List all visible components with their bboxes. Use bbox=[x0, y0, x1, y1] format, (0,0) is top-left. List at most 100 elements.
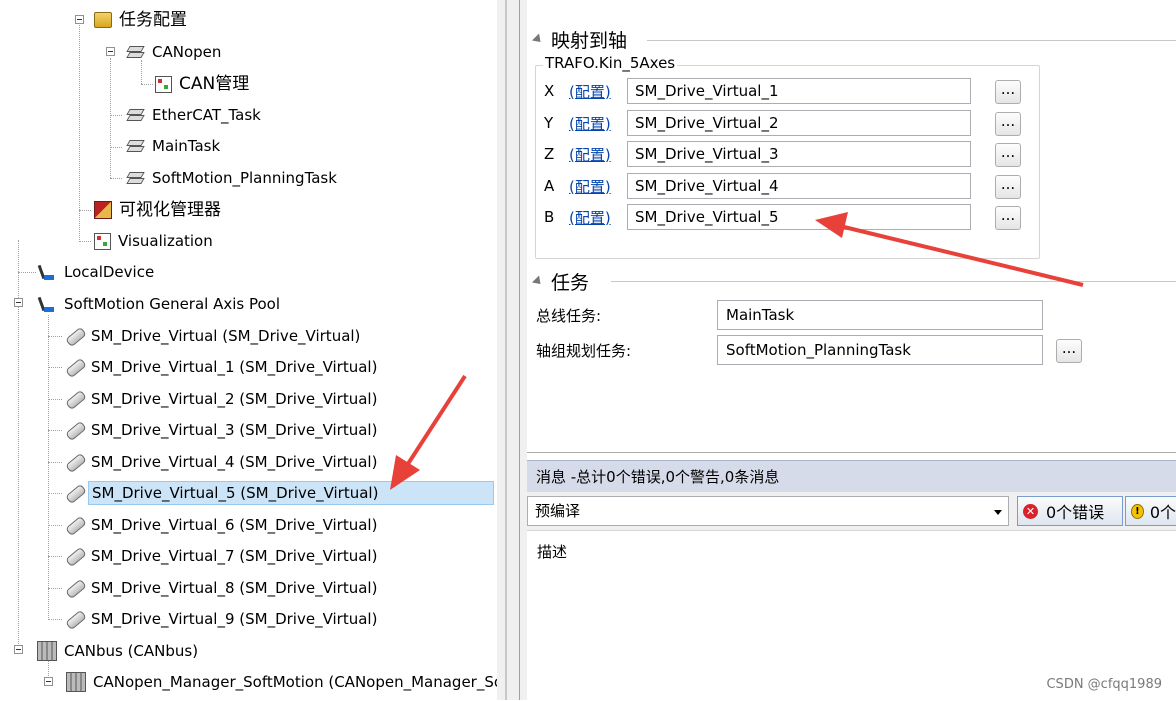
message-category-value: 预编译 bbox=[535, 502, 581, 520]
visu-manager-icon bbox=[94, 201, 112, 219]
browse-button[interactable]: ... bbox=[995, 143, 1021, 167]
tree-item-drive[interactable]: SM_Drive_Virtual_6 (SM_Drive_Virtual) bbox=[64, 511, 380, 539]
tree-item-drive[interactable]: SM_Drive_Virtual (SM_Drive_Virtual) bbox=[64, 322, 363, 350]
tree-item-drive[interactable]: SM_Drive_Virtual_4 (SM_Drive_Virtual) bbox=[64, 448, 380, 476]
config-link[interactable]: (配置) bbox=[569, 207, 627, 228]
messages-list[interactable]: 描述 bbox=[527, 530, 1176, 701]
tree-item-drive[interactable]: SM_Drive_Virtual_7 (SM_Drive_Virtual) bbox=[64, 542, 380, 570]
task-icon bbox=[125, 105, 145, 125]
robot-arm-icon bbox=[37, 262, 57, 282]
tree-item-drive[interactable]: SM_Drive_Virtual_3 (SM_Drive_Virtual) bbox=[64, 416, 380, 444]
tree-item-ethercat-task[interactable]: EtherCAT_Task bbox=[125, 101, 264, 129]
browse-button[interactable]: ... bbox=[995, 175, 1021, 199]
tree-item-drive[interactable]: SM_Drive_Virtual_1 (SM_Drive_Virtual) bbox=[64, 353, 380, 381]
tree-item-drive[interactable]: SM_Drive_Virtual_9 (SM_Drive_Virtual) bbox=[64, 605, 380, 633]
tree-item-task-config[interactable]: 任务配置 bbox=[94, 6, 190, 34]
planning-task-row: 轴组规划任务: SoftMotion_PlanningTask bbox=[536, 335, 1043, 365]
tree-item-label: 任务配置 bbox=[119, 10, 187, 30]
tree-item-drive[interactable]: SM_Drive_Virtual_8 (SM_Drive_Virtual) bbox=[64, 574, 380, 602]
group-title: TRAFO.Kin_5Axes bbox=[543, 54, 678, 72]
tree-item-label: CAN管理 bbox=[179, 74, 250, 94]
axis-icon bbox=[64, 357, 84, 377]
axis-field[interactable]: SM_Drive_Virtual_4 bbox=[627, 173, 971, 199]
section-title: 映射到轴 bbox=[551, 30, 628, 52]
axis-icon bbox=[64, 609, 84, 629]
axis-row: A (配置) SM_Drive_Virtual_4 bbox=[544, 172, 971, 200]
description-column-header[interactable]: 描述 bbox=[537, 541, 567, 562]
task-icon bbox=[125, 136, 145, 156]
tree-item-drive-selected[interactable]: SM_Drive_Virtual_5 (SM_Drive_Virtual) bbox=[64, 479, 494, 507]
tree-item-drive[interactable]: SM_Drive_Virtual_2 (SM_Drive_Virtual) bbox=[64, 385, 380, 413]
section-mapping[interactable]: 映射到轴 bbox=[531, 26, 628, 53]
config-link[interactable]: (配置) bbox=[569, 144, 627, 165]
axis-field[interactable]: SM_Drive_Virtual_2 bbox=[627, 110, 971, 136]
errors-filter-button[interactable]: ✕ 0个错误 bbox=[1017, 496, 1123, 526]
axis-label: Y bbox=[544, 114, 554, 132]
tree-item-canopen[interactable]: CANopen bbox=[125, 38, 224, 66]
editor-pane: 映射到轴 TRAFO.Kin_5Axes X (配置) SM_Drive_Vir… bbox=[527, 0, 1176, 701]
collapse-triangle-icon bbox=[531, 275, 545, 288]
axis-field[interactable]: SM_Drive_Virtual_5 bbox=[627, 204, 971, 230]
collapse-toggle[interactable] bbox=[14, 645, 23, 654]
tree-item-label: SoftMotion General Axis Pool bbox=[64, 295, 281, 313]
tree-item-label: MainTask bbox=[152, 137, 221, 155]
axis-icon bbox=[64, 452, 84, 472]
tree-item-visu-manager[interactable]: 可视化管理器 bbox=[94, 196, 224, 224]
warnings-filter-button[interactable]: ! 0个 bbox=[1125, 496, 1176, 526]
axis-group-editor: 映射到轴 TRAFO.Kin_5Axes X (配置) SM_Drive_Vir… bbox=[527, 0, 1176, 453]
browse-button[interactable]: ... bbox=[995, 206, 1021, 230]
collapse-toggle[interactable] bbox=[75, 15, 84, 24]
collapse-triangle-icon bbox=[531, 33, 545, 46]
collapse-toggle[interactable] bbox=[14, 298, 23, 307]
visualization-icon bbox=[94, 232, 111, 250]
error-icon: ✕ bbox=[1023, 503, 1038, 519]
axis-label: A bbox=[544, 177, 555, 195]
task-config-icon bbox=[94, 12, 112, 28]
planning-task-label: 轴组规划任务: bbox=[536, 341, 632, 360]
tree-item-label: SoftMotion_PlanningTask bbox=[152, 169, 337, 187]
tree-item-label: SM_Drive_Virtual_2 (SM_Drive_Virtual) bbox=[91, 390, 378, 408]
axis-icon bbox=[64, 420, 84, 440]
browse-button[interactable]: ... bbox=[995, 112, 1021, 136]
section-tasks[interactable]: 任务 bbox=[531, 268, 589, 295]
axis-row: X (配置) SM_Drive_Virtual_1 bbox=[544, 77, 971, 105]
pane-splitter[interactable] bbox=[497, 0, 527, 700]
tree-item-planning-task[interactable]: SoftMotion_PlanningTask bbox=[125, 164, 340, 192]
axis-field[interactable]: SM_Drive_Virtual_1 bbox=[627, 78, 971, 104]
tree-item-label: SM_Drive_Virtual_1 (SM_Drive_Virtual) bbox=[91, 358, 378, 376]
tree-item-local-device[interactable]: LocalDevice bbox=[37, 258, 157, 286]
tree-item-label: CANopen bbox=[152, 43, 222, 61]
tree-item-label: SM_Drive_Virtual (SM_Drive_Virtual) bbox=[91, 327, 361, 345]
dropdown-arrow-icon bbox=[994, 510, 1002, 515]
axis-field[interactable]: SM_Drive_Virtual_3 bbox=[627, 141, 971, 167]
project-tree[interactable]: 任务配置 CANopen CAN管理 EtherCAT_Task MainTas… bbox=[0, 0, 497, 700]
browse-button[interactable]: ... bbox=[995, 80, 1021, 104]
config-link[interactable]: (配置) bbox=[569, 113, 627, 134]
watermark: CSDN @cfqq1989 bbox=[1046, 677, 1162, 692]
tree-item-label: SM_Drive_Virtual_3 (SM_Drive_Virtual) bbox=[91, 421, 378, 439]
tree-item-axis-pool[interactable]: SoftMotion General Axis Pool bbox=[37, 290, 283, 318]
collapse-toggle[interactable] bbox=[106, 47, 115, 56]
tree-item-canbus[interactable]: CANbus (CANbus) bbox=[37, 637, 201, 665]
planning-task-browse-button[interactable]: ... bbox=[1056, 339, 1082, 363]
tree-item-main-task[interactable]: MainTask bbox=[125, 132, 223, 160]
collapse-toggle[interactable] bbox=[44, 677, 53, 686]
axis-label: B bbox=[544, 208, 555, 226]
message-category-select[interactable]: 预编译 bbox=[527, 496, 1009, 526]
axis-row: Y (配置) SM_Drive_Virtual_2 bbox=[544, 109, 971, 137]
bus-task-field[interactable]: MainTask bbox=[717, 300, 1043, 330]
tree-item-canopen-manager[interactable]: CANopen_Manager_SoftMotion (CANopen_Mana… bbox=[66, 668, 497, 696]
axis-icon bbox=[64, 483, 84, 503]
config-link[interactable]: (配置) bbox=[569, 81, 627, 102]
config-link[interactable]: (配置) bbox=[569, 176, 627, 197]
tree-item-label: SM_Drive_Virtual_8 (SM_Drive_Virtual) bbox=[91, 579, 378, 597]
tree-item-can-manager[interactable]: CAN管理 bbox=[155, 70, 252, 98]
axis-icon bbox=[64, 578, 84, 598]
planning-task-field[interactable]: SoftMotion_PlanningTask bbox=[717, 335, 1043, 365]
tree-item-label: EtherCAT_Task bbox=[152, 106, 261, 124]
errors-count: 0个错误 bbox=[1046, 503, 1105, 522]
tree-item-visualization[interactable]: Visualization bbox=[94, 227, 216, 255]
tree-item-label: SM_Drive_Virtual_7 (SM_Drive_Virtual) bbox=[91, 547, 378, 565]
tree-item-label: LocalDevice bbox=[64, 263, 155, 281]
bus-icon bbox=[66, 672, 86, 692]
